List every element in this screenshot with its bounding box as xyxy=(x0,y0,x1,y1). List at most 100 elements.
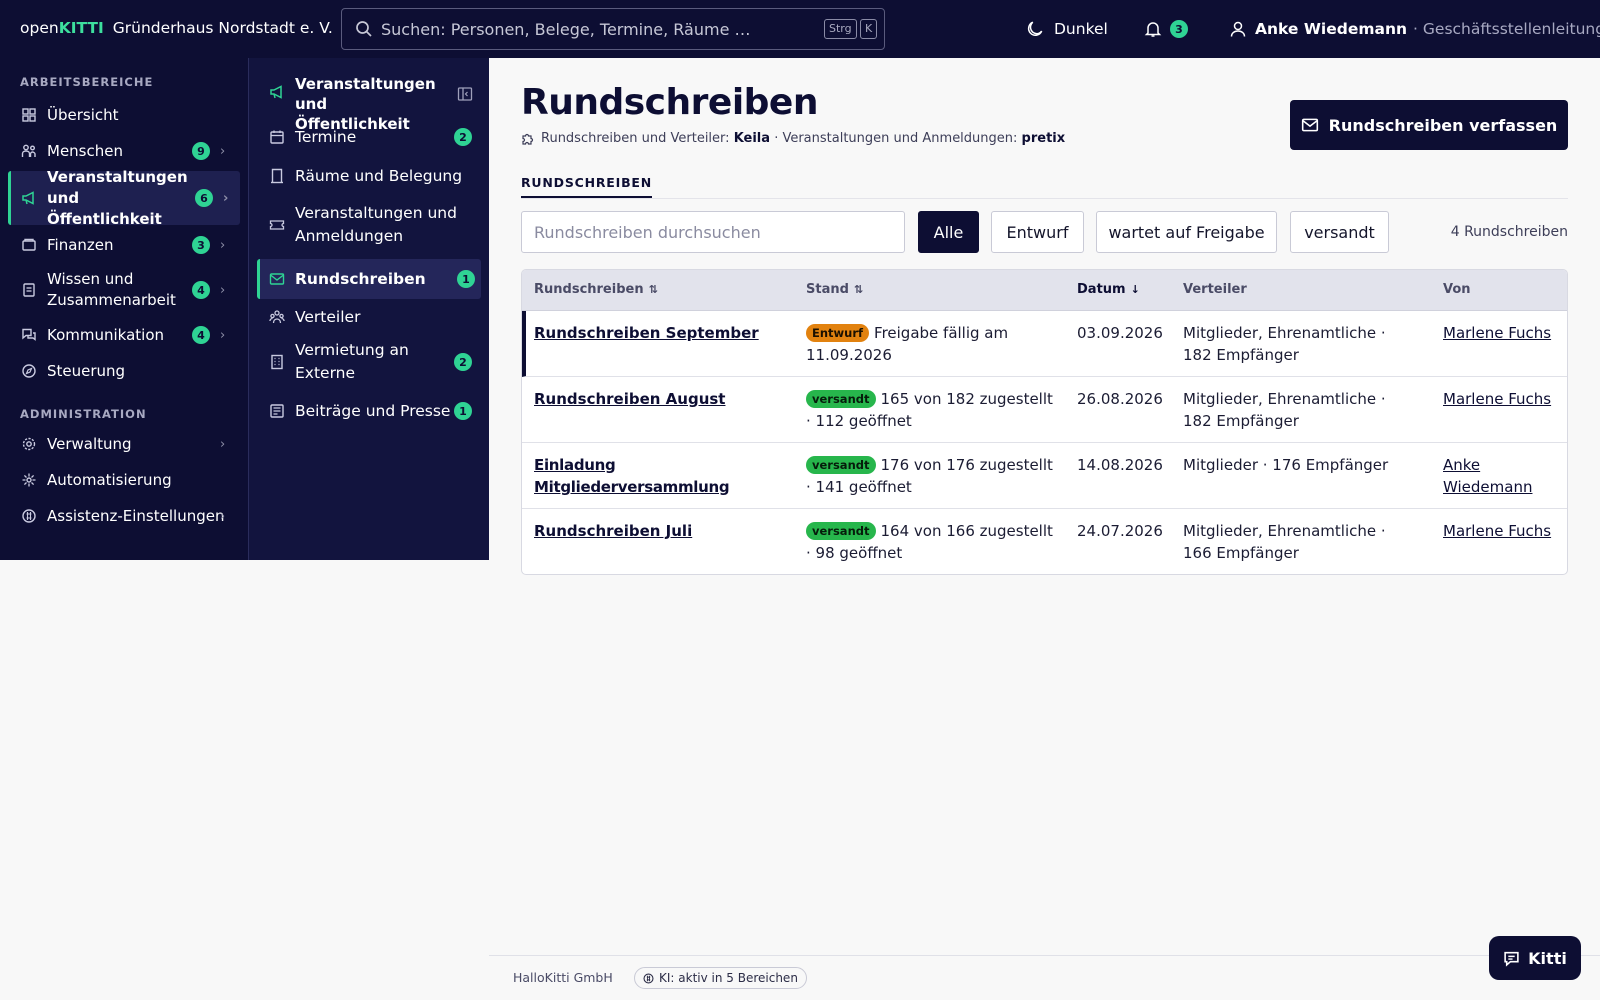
sidebar-item-administration[interactable]: Verwaltung › xyxy=(8,429,240,459)
sidebar-item-people[interactable]: Menschen 9 › xyxy=(8,136,240,166)
tab-newsletters[interactable]: RUNDSCHREIBEN xyxy=(521,175,652,198)
distribution-cell: Mitglieder · 176 Empfänger xyxy=(1183,456,1389,474)
date-cell: 14.08.2026 xyxy=(1077,456,1163,474)
chevron-right-icon: › xyxy=(223,190,229,206)
chevron-right-icon: › xyxy=(220,436,226,452)
status-badge-sent: versandt xyxy=(806,456,876,474)
table-row[interactable]: Rundschreiben September Entwurf Freigabe … xyxy=(522,311,1567,377)
status-badge-sent: versandt xyxy=(806,390,876,408)
subnav-item-newsletters[interactable]: Rundschreiben 1 xyxy=(257,259,481,299)
footer-company: HalloKitti GmbH xyxy=(513,970,613,985)
sidebar-item-finances[interactable]: Finanzen 3 › xyxy=(8,230,240,260)
column-header-status[interactable]: Stand ⇅ xyxy=(806,282,863,297)
result-count: 4 Rundschreiben xyxy=(1450,224,1568,240)
date-cell: 24.07.2026 xyxy=(1077,522,1163,540)
sort-descending-icon: ↓ xyxy=(1130,283,1140,296)
sidebar-item-assistant-settings[interactable]: Assistenz-Einstellungen › xyxy=(8,501,240,531)
sort-icon: ⇅ xyxy=(648,283,658,296)
subnav-item-rooms[interactable]: Räume und Belegung xyxy=(257,161,481,191)
subnav-item-appointments[interactable]: Termine 2 xyxy=(257,122,481,152)
tab-divider xyxy=(521,198,1568,199)
subnav-item-events-registrations[interactable]: Veranstaltungen und Anmeldungen xyxy=(257,200,481,250)
filter-awaiting-approval-button[interactable]: wartet auf Freigabe xyxy=(1096,211,1277,253)
ticket-icon xyxy=(269,220,285,230)
puzzle-icon xyxy=(522,133,534,145)
search-icon xyxy=(356,21,372,37)
subnav-item-distribution-lists[interactable]: Verteiler xyxy=(257,302,481,332)
user-role: · Geschäftsstellenleitung xyxy=(1413,20,1600,38)
newsletters-table: Rundschreiben ⇅ Stand ⇅ Datum ↓ Verteiler V… xyxy=(521,269,1568,575)
table-row[interactable]: Einladung Mitgliederversammlung versandt… xyxy=(522,443,1567,509)
status-badge-sent: versandt xyxy=(806,522,876,540)
sidebar-item-knowledge[interactable]: Wissen und Zusammenarbeit 4 › xyxy=(8,266,240,314)
newsletter-title-link[interactable]: Einladung Mitgliederversammlung xyxy=(534,454,798,498)
filter-sent-button[interactable]: versandt xyxy=(1290,211,1389,253)
column-header-newsletter[interactable]: Rundschreiben ⇅ xyxy=(534,282,658,297)
organization-name: Gründerhaus Nordstadt e. V. xyxy=(112,19,333,37)
chat-bubble-icon xyxy=(1504,951,1519,967)
ai-icon xyxy=(22,509,36,523)
count-badge: 6 xyxy=(195,189,213,207)
distribution-icon xyxy=(269,310,285,324)
author-link[interactable]: Marlene Fuchs xyxy=(1443,322,1563,344)
finance-icon xyxy=(22,238,36,251)
table-row[interactable]: Rundschreiben Juli versandt 164 von 166 z… xyxy=(522,509,1567,574)
megaphone-icon xyxy=(270,85,282,99)
distribution-cell: Mitglieder, Ehrenamtliche · 182 Empfänge… xyxy=(1183,390,1386,430)
ai-status-label: KI: aktiv in 5 Bereichen xyxy=(659,971,798,985)
chevron-right-icon: › xyxy=(220,237,226,253)
notifications-button[interactable]: 3 xyxy=(1144,0,1188,58)
column-header-date[interactable]: Datum ↓ xyxy=(1077,282,1140,297)
column-label: Verteiler xyxy=(1183,282,1247,297)
subnav-item-label: Veranstaltungen und Anmeldungen xyxy=(295,204,457,245)
newsletter-title-link[interactable]: Rundschreiben Juli xyxy=(534,520,794,542)
status-badge-draft: Entwurf xyxy=(806,324,870,342)
page-title: Rundschreiben xyxy=(521,82,818,123)
user-menu[interactable]: Anke Wiedemann · Geschäftsstellenleitung xyxy=(1229,0,1600,58)
sidebar-item-controlling[interactable]: Steuerung xyxy=(8,356,240,386)
chevron-right-icon: › xyxy=(220,143,226,159)
bell-icon xyxy=(1144,22,1162,37)
distribution-cell: Mitglieder, Ehrenamtliche · 182 Empfänge… xyxy=(1183,324,1386,364)
sidebar-item-label: Veranstaltungen und Öffentlichkeit xyxy=(47,167,188,228)
subnav-item-label: Beiträge und Presse xyxy=(295,401,451,420)
newsletter-title-link[interactable]: Rundschreiben August xyxy=(534,388,794,410)
table-header: Rundschreiben ⇅ Stand ⇅ Datum ↓ Verteiler V… xyxy=(522,270,1567,311)
building-icon xyxy=(271,354,283,370)
subnav-item-rentals[interactable]: Vermietung an Externe 2 xyxy=(257,337,481,387)
newsletter-search-input[interactable]: Rundschreiben durchsuchen xyxy=(521,211,905,253)
compass-icon xyxy=(22,364,36,378)
user-name: Anke Wiedemann xyxy=(1255,20,1408,38)
column-label: Rundschreiben xyxy=(534,282,644,297)
table-row[interactable]: Rundschreiben August versandt 165 von 182… xyxy=(522,377,1567,443)
ai-status-chip[interactable]: KI: aktiv in 5 Bereichen xyxy=(634,967,807,989)
theme-label: Dunkel xyxy=(1054,20,1108,38)
filter-all-button[interactable]: Alle xyxy=(918,211,979,253)
column-label: Datum xyxy=(1077,282,1126,297)
date-cell: 03.09.2026 xyxy=(1077,324,1163,342)
sidebar-item-label: Kommunikation xyxy=(47,325,165,344)
sidebar-collapse-icon[interactable] xyxy=(457,86,473,102)
sidebar-item-events-publicity[interactable]: Veranstaltungen und Öffentlichkeit 6 › xyxy=(8,168,240,228)
integration-label-newsletter: Rundschreiben und Verteiler: xyxy=(541,131,730,146)
count-badge: 1 xyxy=(457,270,475,288)
newsletter-title-link[interactable]: Rundschreiben September xyxy=(534,322,794,344)
assistant-chat-button[interactable]: Kitti xyxy=(1489,936,1581,980)
main-content: Rundschreiben Rundschreiben und Verteile… xyxy=(489,58,1600,1000)
compose-newsletter-button[interactable]: Rundschreiben verfassen xyxy=(1290,100,1568,150)
search-placeholder: Suchen: Personen, Belege, Termine, Räume… xyxy=(381,19,751,39)
author-link[interactable]: Marlene Fuchs xyxy=(1443,520,1563,542)
subnav-item-label: Rundschreiben xyxy=(295,269,426,288)
sidebar-item-automation[interactable]: Automatisierung xyxy=(8,465,240,495)
theme-toggle[interactable]: Dunkel xyxy=(1026,0,1108,58)
count-badge: 4 xyxy=(192,326,210,344)
sidebar-item-communication[interactable]: Kommunikation 4 › xyxy=(8,320,240,350)
brand-logo[interactable]: open KITTI Gründerhaus Nordstadt e. V. xyxy=(20,19,333,37)
global-search-input[interactable]: Suchen: Personen, Belege, Termine, Räume… xyxy=(341,8,885,50)
chevron-right-icon: › xyxy=(220,282,226,298)
author-link[interactable]: Anke Wiedemann xyxy=(1443,454,1553,498)
subnav-item-press[interactable]: Beiträge und Presse 1 xyxy=(257,396,481,426)
author-link[interactable]: Marlene Fuchs xyxy=(1443,388,1563,410)
sidebar-item-overview[interactable]: Übersicht xyxy=(8,100,240,130)
filter-draft-button[interactable]: Entwurf xyxy=(991,211,1084,253)
